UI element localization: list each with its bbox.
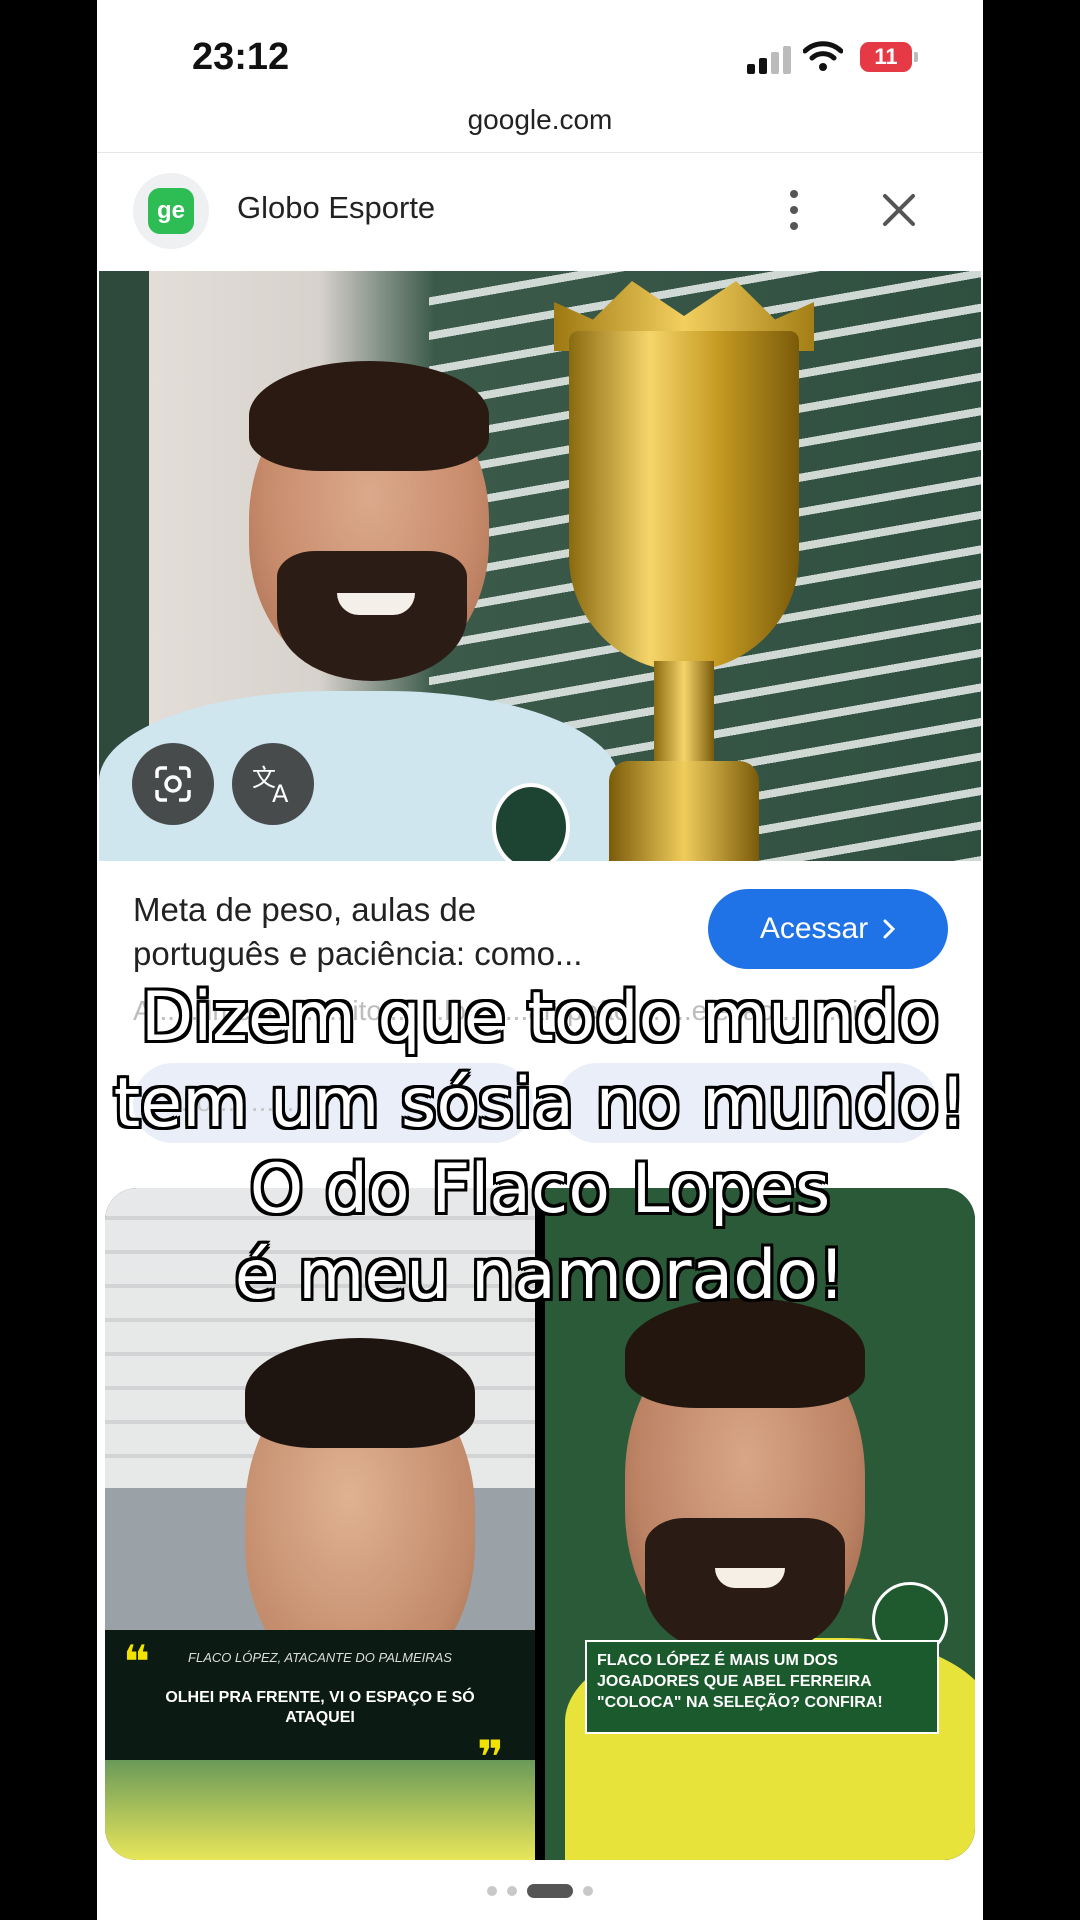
phone-screen: 23:12 11 google.com ge Globo Esporte 文 A… — [97, 0, 983, 1920]
status-bar: 23:12 11 — [97, 0, 983, 110]
page-dot[interactable] — [507, 1886, 517, 1896]
more-options-icon[interactable] — [787, 190, 801, 232]
access-button[interactable]: Acessar — [708, 889, 948, 969]
hero-image[interactable] — [99, 271, 981, 861]
news-headline: FLACO LÓPEZ É MAIS UM DOS JOGADORES QUE … — [597, 1652, 883, 1711]
article-headline[interactable]: Meta de peso, aulas de português e paciê… — [133, 888, 693, 976]
page-dot[interactable] — [487, 1886, 497, 1896]
palmeiras-crest — [492, 783, 570, 861]
chevron-right-icon — [883, 919, 896, 939]
svg-text:A: A — [272, 780, 289, 806]
translate-button[interactable]: 文 A — [232, 743, 314, 825]
video-caption-overlay: Dizem que todo mundo tem um sósia no mun… — [113, 978, 967, 1315]
ge-logo-icon: ge — [148, 188, 194, 234]
divider — [97, 152, 983, 153]
lens-icon — [155, 766, 191, 802]
quote-text: OLHEI PRA FRENTE, VI O ESPAÇO E SÓ ATAQU… — [165, 1689, 475, 1726]
battery-icon: 11 — [860, 42, 912, 72]
source-name[interactable]: Globo Esporte — [237, 190, 435, 226]
google-lens-button[interactable] — [132, 743, 214, 825]
wifi-icon — [803, 41, 843, 71]
quote-caption: FLACO LÓPEZ, ATACANTE DO PALMEIRAS — [188, 1650, 452, 1665]
url-bar[interactable]: google.com — [97, 104, 983, 136]
status-time: 23:12 — [192, 36, 290, 78]
page-indicator[interactable] — [97, 1884, 983, 1898]
battery-cap — [914, 52, 918, 62]
close-icon[interactable] — [879, 190, 919, 230]
page-dot[interactable] — [583, 1886, 593, 1896]
cellular-signal-icon — [747, 44, 791, 74]
page-dot-active[interactable] — [527, 1884, 573, 1898]
trophy — [569, 331, 799, 671]
source-logo[interactable]: ge — [133, 173, 209, 249]
translate-icon: 文 A — [252, 764, 289, 806]
